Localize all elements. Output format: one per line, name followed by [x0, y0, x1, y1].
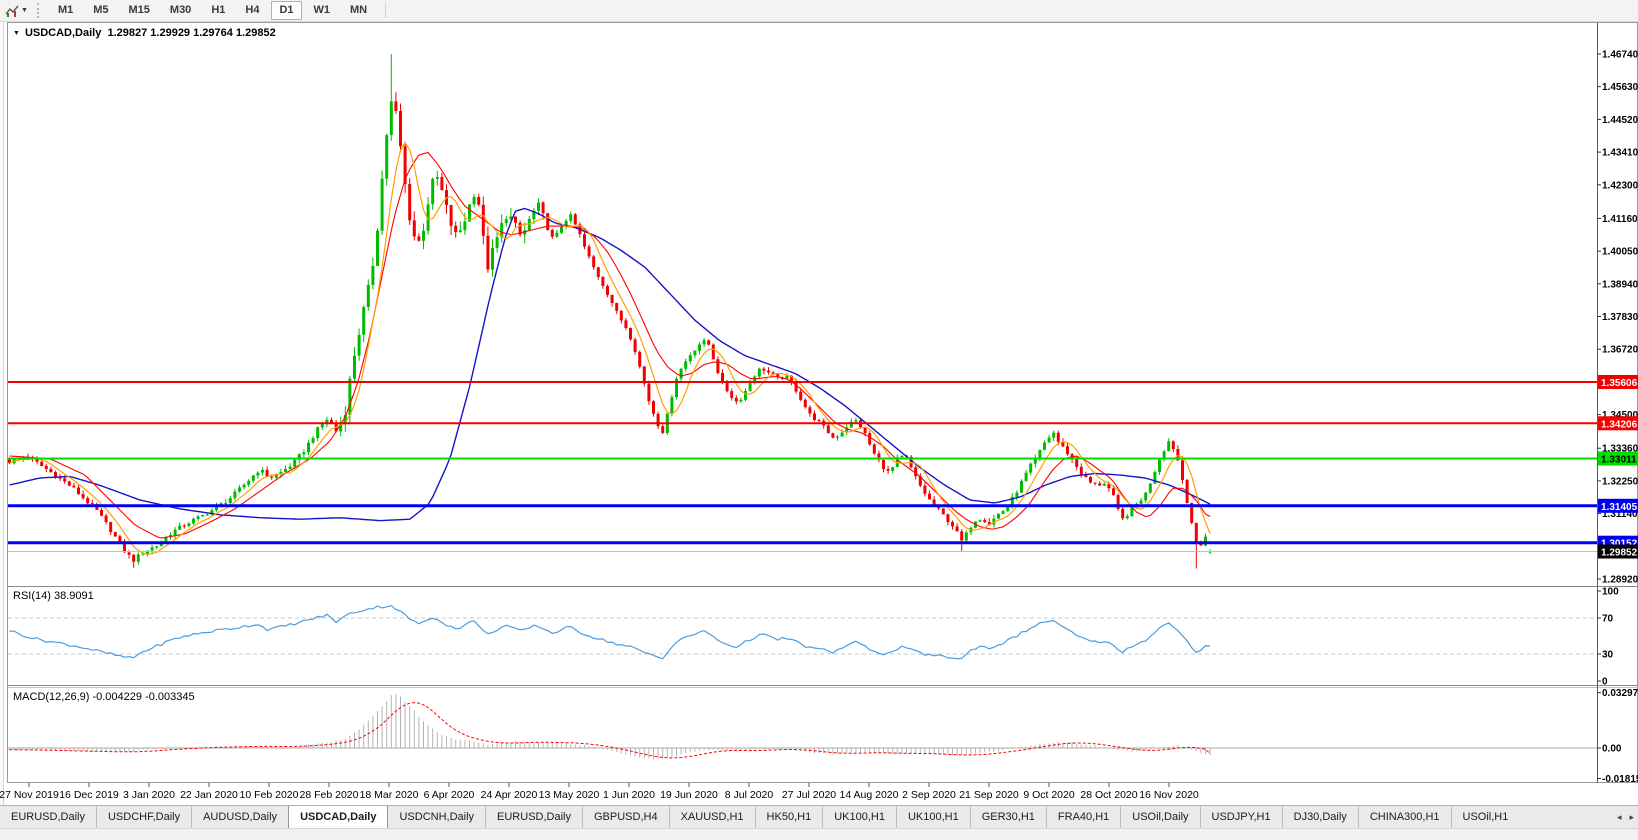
svg-text:27 Nov 2019: 27 Nov 2019: [0, 789, 59, 801]
svg-text:16 Nov 2020: 16 Nov 2020: [1139, 789, 1199, 801]
svg-text:14 Aug 2020: 14 Aug 2020: [840, 789, 899, 801]
chart-tools-icon[interactable]: [5, 4, 19, 18]
timeframe-button-M5[interactable]: M5: [85, 1, 116, 20]
svg-text:28 Oct 2020: 28 Oct 2020: [1080, 789, 1137, 801]
tab-scroll-left-icon[interactable]: ◂: [1617, 812, 1622, 823]
svg-text:1.34206: 1.34206: [1601, 419, 1638, 430]
svg-text:21 Sep 2020: 21 Sep 2020: [959, 789, 1019, 801]
chart-layers: 1.46740 1.45630 1.44520 1.43410 1.42300 1.411…: [0, 23, 1638, 802]
chart-title-ohlc: 1.29827 1.29929 1.29764 1.29852: [107, 27, 275, 39]
svg-text:1.32250: 1.32250: [1602, 476, 1638, 487]
timeframe-button-M1[interactable]: M1: [50, 1, 81, 20]
svg-text:9 Oct 2020: 9 Oct 2020: [1023, 789, 1075, 801]
svg-text:1.33011: 1.33011: [1601, 455, 1637, 466]
timeframe-button-H4[interactable]: H4: [237, 1, 267, 20]
svg-text:3 Jan 2020: 3 Jan 2020: [123, 789, 175, 801]
tab-usoil-h1[interactable]: USOil,H1: [1451, 806, 1520, 828]
svg-text:27 Jul 2020: 27 Jul 2020: [782, 789, 836, 801]
svg-text:1.38940: 1.38940: [1602, 279, 1638, 290]
svg-text:100: 100: [1602, 587, 1619, 598]
chevron-down-icon[interactable]: ▼: [21, 7, 28, 14]
svg-text:1.45630: 1.45630: [1602, 82, 1638, 93]
svg-text:1.31405: 1.31405: [1601, 502, 1638, 513]
svg-text:24 Apr 2020: 24 Apr 2020: [481, 789, 538, 801]
symbol-tabs: EURUSD,DailyUSDCHF,DailyAUDUSD,DailyUSDC…: [0, 806, 1519, 828]
svg-text:1.29852: 1.29852: [1601, 548, 1638, 559]
tab-eurusd-daily[interactable]: EURUSD,Daily: [0, 806, 96, 828]
price-chart[interactable]: 1.46740 1.45630 1.44520 1.43410 1.42300 1.411…: [0, 22, 1638, 805]
svg-text:10 Feb 2020: 10 Feb 2020: [240, 789, 299, 801]
tab-usdchf-daily[interactable]: USDCHF,Daily: [96, 806, 191, 828]
svg-text:1.41160: 1.41160: [1602, 214, 1638, 225]
svg-text:22 Jan 2020: 22 Jan 2020: [180, 789, 238, 801]
timeframe-button-D1[interactable]: D1: [271, 1, 301, 20]
svg-text:-0.018154: -0.018154: [1602, 774, 1638, 785]
svg-text:18 Mar 2020: 18 Mar 2020: [360, 789, 419, 801]
svg-text:6 Apr 2020: 6 Apr 2020: [424, 789, 475, 801]
svg-text:30: 30: [1602, 650, 1614, 661]
macd-indicator-label: MACD(12,26,9) -0.004229 -0.003345: [13, 691, 195, 703]
tab-china300-h1[interactable]: CHINA300,H1: [1358, 806, 1451, 828]
status-strip: [0, 828, 1638, 840]
svg-text:1.46740: 1.46740: [1602, 50, 1638, 61]
svg-text:1.35606: 1.35606: [1601, 378, 1638, 389]
svg-text:1.42300: 1.42300: [1602, 180, 1638, 191]
timeframe-button-W1[interactable]: W1: [306, 1, 339, 20]
svg-text:1.40050: 1.40050: [1602, 247, 1638, 258]
timeframe-buttons: M1M5 M15M30H1H4D1 W1MN: [48, 1, 377, 20]
timeframe-toolbar: ▼ M1M5 M15M30H1H4D1 W1MN: [0, 0, 1638, 22]
svg-text:1.28920: 1.28920: [1602, 575, 1638, 586]
collapse-chart-icon[interactable]: ▼: [13, 30, 20, 37]
rsi-indicator-label: RSI(14) 38.9091: [13, 590, 94, 602]
svg-text:13 May 2020: 13 May 2020: [539, 789, 600, 801]
tab-xauusd-h1[interactable]: XAUUSD,H1: [669, 806, 755, 828]
chart-title: ▼ USDCAD,Daily 1.29827 1.29929 1.29764 1.…: [13, 27, 276, 39]
tab-audusd-daily[interactable]: AUDUSD,Daily: [191, 806, 288, 828]
svg-text:8 Jul 2020: 8 Jul 2020: [725, 789, 774, 801]
toolbar-drag-handle[interactable]: [37, 3, 39, 18]
tab-ger30-h1[interactable]: GER30,H1: [970, 806, 1046, 828]
chart-title-symbol: USDCAD,Daily: [25, 27, 101, 39]
svg-text:1.37830: 1.37830: [1602, 312, 1638, 323]
tab-scroll-right-icon[interactable]: ▸: [1629, 812, 1634, 823]
svg-text:0.032972: 0.032972: [1602, 688, 1638, 699]
timeframe-button-H1[interactable]: H1: [203, 1, 233, 20]
svg-text:1.43410: 1.43410: [1602, 148, 1638, 159]
svg-text:1.44520: 1.44520: [1602, 115, 1638, 126]
svg-text:19 Jun 2020: 19 Jun 2020: [660, 789, 718, 801]
tab-hk50-h1[interactable]: HK50,H1: [755, 806, 823, 828]
tab-fra40-h1[interactable]: FRA40,H1: [1046, 806, 1120, 828]
svg-text:1 Jun 2020: 1 Jun 2020: [603, 789, 655, 801]
svg-text:28 Feb 2020: 28 Feb 2020: [300, 789, 359, 801]
svg-text:0.00: 0.00: [1602, 744, 1622, 755]
timeframe-button-M30[interactable]: M30: [162, 1, 199, 20]
timeframe-button-MN[interactable]: MN: [342, 1, 375, 20]
symbol-tab-bar: EURUSD,DailyUSDCHF,DailyAUDUSD,DailyUSDC…: [0, 805, 1638, 828]
tab-gbpusd-h4[interactable]: GBPUSD,H4: [582, 806, 669, 828]
tab-usdcad-daily[interactable]: USDCAD,Daily: [288, 806, 388, 828]
svg-text:16 Dec 2019: 16 Dec 2019: [59, 789, 119, 801]
toolbar-separator: [385, 3, 386, 18]
tab-usoil-daily[interactable]: USOil,Daily: [1120, 806, 1199, 828]
svg-text:1.36720: 1.36720: [1602, 345, 1638, 356]
svg-text:70: 70: [1602, 614, 1614, 625]
tab-eurusd-daily[interactable]: EURUSD,Daily: [485, 806, 582, 828]
svg-text:2 Sep 2020: 2 Sep 2020: [902, 789, 956, 801]
tab-usdjpy-h1[interactable]: USDJPY,H1: [1200, 806, 1282, 828]
svg-text:0: 0: [1602, 677, 1608, 688]
tab-uk100-h1[interactable]: UK100,H1: [896, 806, 970, 828]
tab-dj30-daily[interactable]: DJ30,Daily: [1282, 806, 1358, 828]
tab-uk100-h1[interactable]: UK100,H1: [822, 806, 896, 828]
tab-usdcnh-daily[interactable]: USDCNH,Daily: [388, 806, 485, 828]
timeframe-button-M15[interactable]: M15: [121, 1, 158, 20]
tab-scroll-arrows: ◂ ▸: [1617, 806, 1638, 828]
